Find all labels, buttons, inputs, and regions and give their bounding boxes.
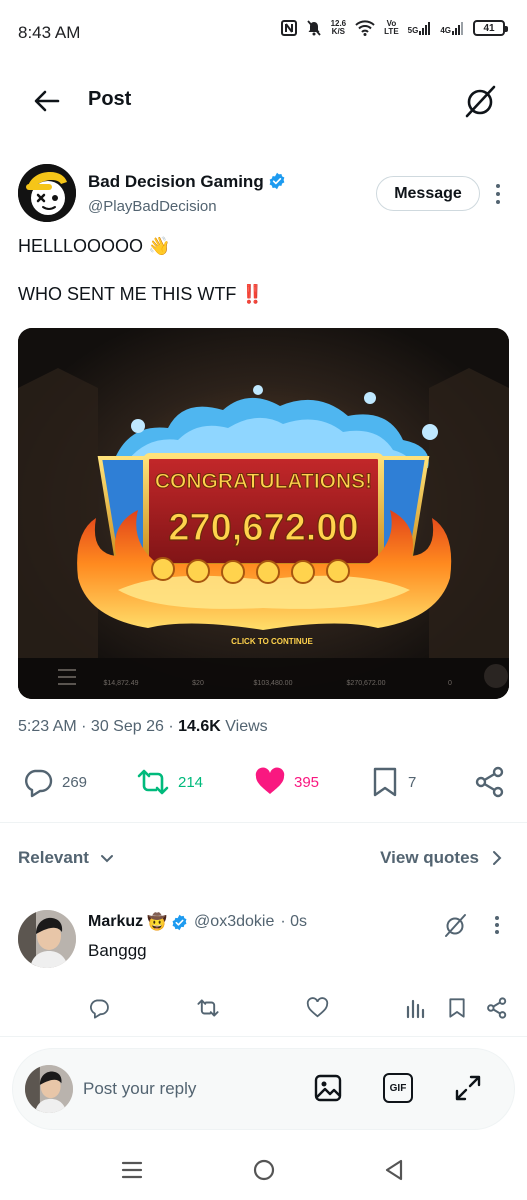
hud-value-3: $103,480.00 xyxy=(254,680,293,687)
signal-bars-icon xyxy=(419,22,431,35)
reply-header: Markuz 🤠 @ox3dokie · 0s xyxy=(88,912,307,932)
author-handle[interactable]: @PlayBadDecision xyxy=(88,198,217,215)
reply-text: Banggg xyxy=(88,941,147,960)
hud-value-1: $14,872.49 xyxy=(103,680,138,687)
home-icon[interactable] xyxy=(252,1158,276,1182)
author-name-row[interactable]: Bad Decision Gaming xyxy=(88,172,286,192)
system-nav-bar xyxy=(0,1140,527,1200)
share-icon[interactable] xyxy=(486,997,508,1019)
analytics-icon[interactable] xyxy=(406,997,426,1019)
composer-avatar xyxy=(25,1065,73,1113)
win-amount-text: 270,672.00 xyxy=(168,507,358,549)
bookmark-icon xyxy=(373,767,397,797)
author-avatar[interactable] xyxy=(18,164,76,222)
chevron-down-icon xyxy=(100,855,113,863)
divider xyxy=(0,1036,527,1037)
replies-sort-row: Relevant View quotes xyxy=(0,838,527,878)
net-type-2: 4G xyxy=(440,26,451,35)
bookmark-action[interactable]: 7 xyxy=(370,760,416,804)
verified-badge-icon xyxy=(172,914,187,930)
composer-avatar-photo xyxy=(25,1065,73,1113)
click-to-continue-text: CLICK TO CONTINUE xyxy=(231,637,313,646)
reply-avatar[interactable] xyxy=(18,910,76,968)
status-icons: 12.6 K/S Vo LTE 5G 4G 41 xyxy=(280,20,508,36)
network-speed: 12.6 K/S xyxy=(331,20,347,36)
tweet-text-line-1: HELLLOOOOO 👋 xyxy=(18,236,171,256)
sort-label: Relevant xyxy=(18,848,89,867)
sort-dropdown[interactable]: Relevant xyxy=(18,848,115,868)
reply-avatar-photo xyxy=(18,910,76,968)
signal-4g: 4G xyxy=(440,21,464,35)
recents-icon[interactable] xyxy=(120,1158,144,1182)
post-image[interactable]: CONGRATULATIONS! 270,672.00 CLICK TO CON… xyxy=(18,328,509,699)
congratulations-text: CONGRATULATIONS! xyxy=(155,470,372,493)
reply-input[interactable]: Post your reply xyxy=(83,1079,196,1099)
status-bar: 8:43 AM 12.6 K/S Vo LTE 5G 4G 41 xyxy=(0,0,527,64)
hud-value-5: 0 xyxy=(448,680,452,687)
views-count: 14.6K xyxy=(178,718,221,735)
volte-indicator: Vo LTE xyxy=(384,20,399,36)
slot-win-screenshot: CONGRATULATIONS! 270,672.00 CLICK TO CON… xyxy=(18,328,509,699)
reply-icon[interactable] xyxy=(88,997,110,1019)
repost-action[interactable]: 214 xyxy=(136,760,203,804)
bad-decision-logo xyxy=(18,164,76,222)
post-time: 5:23 AM xyxy=(18,718,77,735)
expand-icon[interactable] xyxy=(453,1073,483,1103)
repost-icon xyxy=(137,769,169,795)
repost-count: 214 xyxy=(178,773,204,791)
bookmark-count: 7 xyxy=(408,773,417,791)
author-name[interactable]: Bad Decision Gaming xyxy=(88,172,264,191)
more-options-icon[interactable] xyxy=(492,180,504,208)
battery-indicator: 41 xyxy=(473,20,508,36)
back-triangle-icon[interactable] xyxy=(382,1158,406,1182)
post-actions: 269 214 395 7 xyxy=(0,760,527,804)
page-title: Post xyxy=(88,88,132,110)
reply-icon xyxy=(25,769,53,798)
message-button[interactable]: Message xyxy=(376,176,480,211)
mute-bell-icon xyxy=(306,20,321,36)
heart-filled-icon xyxy=(255,767,285,794)
reply-composer[interactable]: Post your reply GIF xyxy=(12,1048,515,1130)
reply-time: · 0s xyxy=(280,913,308,930)
reply-author-name[interactable]: Markuz xyxy=(88,913,143,931)
network-speed-unit: K/S xyxy=(331,27,346,36)
views-label: Views xyxy=(225,718,268,735)
top-bar: Post xyxy=(0,64,527,136)
signal-bars-icon xyxy=(452,22,463,35)
net-type-1: 5G xyxy=(407,26,419,35)
heart-icon[interactable] xyxy=(306,997,329,1019)
signal-5g: 5G xyxy=(408,21,432,35)
verified-badge-icon xyxy=(269,172,285,190)
view-quotes-link[interactable]: View quotes xyxy=(380,848,503,868)
image-icon[interactable] xyxy=(313,1073,343,1103)
nfc-icon xyxy=(280,20,297,36)
reply-author-handle[interactable]: @ox3dokie xyxy=(194,913,274,931)
reply-actions xyxy=(0,994,527,1024)
share-icon[interactable] xyxy=(474,766,506,798)
status-time: 8:43 AM xyxy=(18,23,81,42)
divider xyxy=(0,822,527,823)
repost-icon[interactable] xyxy=(196,997,220,1019)
reply-author-emoji: 🤠 xyxy=(147,914,168,931)
like-action[interactable]: 395 xyxy=(254,760,319,804)
view-quotes-label: View quotes xyxy=(380,848,479,867)
reply-action[interactable]: 269 xyxy=(22,760,87,804)
tweet-text-line-2: WHO SENT ME THIS WTF ‼️ xyxy=(18,284,264,304)
chevron-right-icon xyxy=(493,851,502,865)
hud-value-2: $20 xyxy=(192,680,204,687)
wifi-icon xyxy=(355,20,375,36)
volte-bottom: LTE xyxy=(384,27,399,36)
hud-value-4: $270,672.00 xyxy=(347,680,386,687)
reply-more-options-icon[interactable] xyxy=(492,913,502,937)
gif-button[interactable]: GIF xyxy=(383,1073,413,1103)
grok-icon[interactable] xyxy=(442,912,468,938)
post-date: 30 Sep 26 xyxy=(90,718,164,735)
bookmark-icon[interactable] xyxy=(447,997,467,1019)
like-count: 395 xyxy=(294,773,320,791)
grok-icon[interactable] xyxy=(461,82,499,120)
back-arrow-icon[interactable] xyxy=(30,84,64,118)
post-meta: 5:23 AM · 30 Sep 26 · 14.6K Views xyxy=(18,718,268,735)
reply-count: 269 xyxy=(62,773,88,791)
